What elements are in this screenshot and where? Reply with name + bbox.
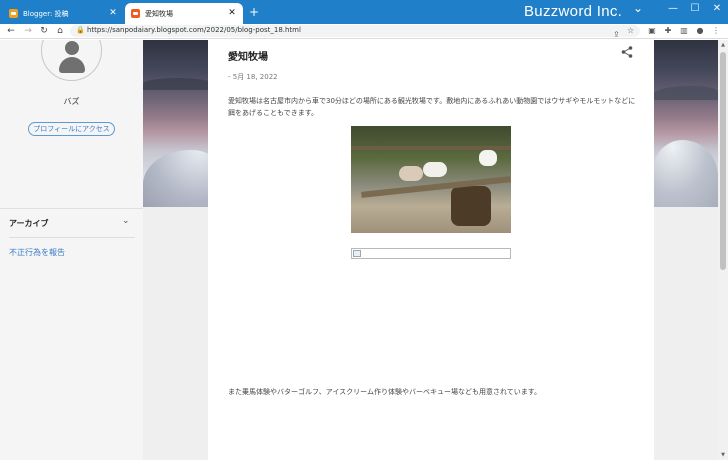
- post-date[interactable]: - 5月 18, 2022: [228, 72, 278, 82]
- post-paragraph: また乗馬体験やバターゴルフ、アイスクリーム作り体験やバーベキュー場なども用意され…: [228, 388, 542, 396]
- new-tab-button[interactable]: +: [249, 5, 259, 19]
- tab-close-icon[interactable]: ✕: [108, 9, 118, 18]
- avatar[interactable]: [41, 40, 102, 81]
- broken-image-icon: [353, 250, 361, 257]
- dune-shape: [653, 140, 718, 207]
- scroll-up-arrow-icon[interactable]: ▲: [718, 40, 728, 50]
- url-text[interactable]: https://sanpodaiary.blogspot.com/2022/05…: [87, 26, 301, 35]
- star-icon[interactable]: ☆: [627, 26, 634, 35]
- archive-section[interactable]: アーカイブ ⌄: [0, 208, 143, 238]
- tab-label: Blogger: 投稿: [23, 9, 69, 18]
- sidebar: バズ プロフィールにアクセス アーカイブ ⌄ 不正行為を報告: [0, 40, 143, 460]
- tab-bar: Blogger: 投稿 ✕ 愛知牧場 ✕ + Buzzword Inc. ⌄ —…: [0, 0, 728, 24]
- back-icon[interactable]: ←: [5, 25, 17, 37]
- post-title[interactable]: 愛知牧場: [228, 48, 268, 63]
- mountain-shape: [653, 86, 718, 100]
- browser-toolbar: ← → ↻ ⌂ 🔒 https://sanpodaiary.blogspot.c…: [0, 24, 728, 39]
- puzzle-icon[interactable]: ✚: [662, 25, 674, 37]
- close-window-button[interactable]: ✕: [709, 3, 725, 14]
- tab-blogger-posts[interactable]: Blogger: 投稿 ✕: [3, 3, 124, 24]
- post-paragraph: 愛知牧場は名古屋市内から車で30分ほどの場所にある観光牧場です。敷地内にあるふれ…: [228, 97, 636, 117]
- avatar-head: [65, 41, 79, 55]
- mountain-shape: [143, 78, 213, 90]
- chevron-down-icon[interactable]: ⌄: [122, 216, 130, 226]
- forward-icon[interactable]: →: [22, 25, 34, 37]
- goat-shape: [399, 166, 423, 181]
- profile-icon[interactable]: ●: [694, 25, 706, 37]
- minimize-button[interactable]: —: [665, 3, 681, 14]
- page-scrollbar[interactable]: ▲ ▼: [718, 40, 728, 460]
- post-card: 愛知牧場 - 5月 18, 2022 愛知牧場は名古屋市内から車で30分ほどの場…: [208, 40, 654, 460]
- menu-icon[interactable]: ⋮: [710, 25, 722, 37]
- broken-image[interactable]: [351, 248, 511, 259]
- address-bar[interactable]: 🔒 https://sanpodaiary.blogspot.com/2022/…: [70, 25, 640, 39]
- extension-icon[interactable]: ▣: [646, 25, 658, 37]
- archive-title: アーカイブ: [9, 219, 49, 228]
- sidepanel-icon[interactable]: ▥: [678, 25, 690, 37]
- tab-close-icon[interactable]: ✕: [227, 9, 237, 18]
- divider: [9, 237, 135, 238]
- maximize-button[interactable]: ☐: [687, 3, 703, 14]
- lock-icon[interactable]: 🔒: [76, 26, 85, 34]
- report-abuse-link[interactable]: 不正行為を報告: [9, 247, 65, 258]
- scroll-thumb[interactable]: [720, 52, 726, 270]
- reload-icon[interactable]: ↻: [38, 25, 50, 37]
- blogger-favicon-icon: [9, 9, 18, 18]
- goat-shape: [479, 150, 497, 166]
- tab-search-chevron-icon[interactable]: ⌄: [630, 1, 646, 15]
- avatar-body: [59, 57, 85, 73]
- scroll-down-arrow-icon[interactable]: ▼: [718, 450, 728, 460]
- stump-shape: [451, 186, 491, 226]
- blog-page: バズ プロフィールにアクセス アーカイブ ⌄ 不正行為を報告 愛知牧場 - 5月…: [0, 40, 718, 460]
- share-icon[interactable]: [620, 45, 634, 59]
- tab-aichi-farm[interactable]: 愛知牧場 ✕: [125, 3, 243, 24]
- visit-profile-button[interactable]: プロフィールにアクセス: [28, 122, 115, 136]
- profile-name: バズ: [63, 97, 80, 106]
- blogger-favicon-icon: [131, 9, 140, 18]
- home-icon[interactable]: ⌂: [54, 25, 66, 37]
- goat-photo[interactable]: [351, 126, 511, 233]
- brand-watermark: Buzzword Inc.: [524, 3, 623, 20]
- goat-shape: [423, 162, 447, 177]
- tab-label: 愛知牧場: [145, 9, 173, 18]
